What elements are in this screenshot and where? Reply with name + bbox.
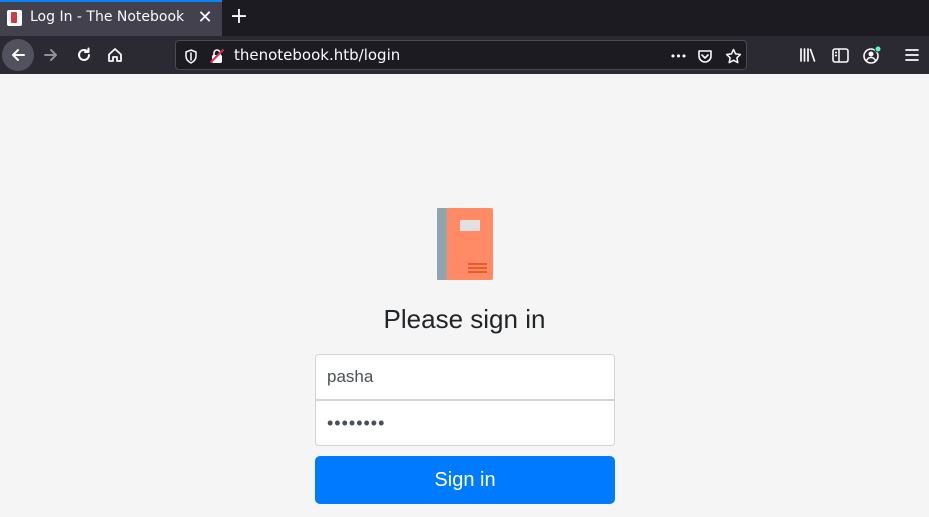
password-input[interactable]: •••••••• [315,400,615,446]
page-content: Please sign in pasha •••••••• Sign in [0,74,929,517]
account-button[interactable] [856,39,888,71]
back-button[interactable] [2,39,34,71]
tab-strip: Log In - The Notebook ✕ + [0,0,929,36]
sign-in-button[interactable]: Sign in [315,456,615,504]
bookmark-star-icon[interactable] [724,47,742,65]
reload-button[interactable] [68,39,100,71]
page-title: Please sign in [383,304,546,334]
navigation-bar: thenotebook.htb/login ••• [0,36,929,74]
library-icon [800,48,816,62]
sidebar-button[interactable] [824,39,856,71]
shield-icon[interactable] [182,47,200,65]
forward-button[interactable] [35,39,67,71]
reload-icon [78,47,90,61]
arrow-right-icon [44,49,57,61]
tab-title: Log In - The Notebook [30,9,185,25]
close-tab-icon[interactable]: ✕ [196,8,214,28]
home-button[interactable] [99,39,131,71]
new-tab-button[interactable]: + [228,5,250,29]
account-icon [863,45,882,64]
favicon-icon [7,10,22,26]
sidebar-icon [831,47,849,63]
tab-active[interactable]: Log In - The Notebook ✕ [0,0,222,36]
username-input[interactable]: pasha [315,354,615,400]
page-actions-icon[interactable]: ••• [668,47,688,65]
menu-button[interactable] [896,39,928,71]
url-text[interactable]: thenotebook.htb/login [234,46,400,64]
insecure-lock-icon[interactable] [208,47,226,65]
pocket-icon[interactable] [696,47,714,65]
notebook-logo-icon [437,208,493,280]
home-icon [108,48,122,62]
hamburger-menu-icon [905,49,919,61]
arrow-left-icon [12,49,25,61]
url-bar[interactable]: thenotebook.htb/login ••• [175,40,747,70]
library-button[interactable] [792,39,824,71]
